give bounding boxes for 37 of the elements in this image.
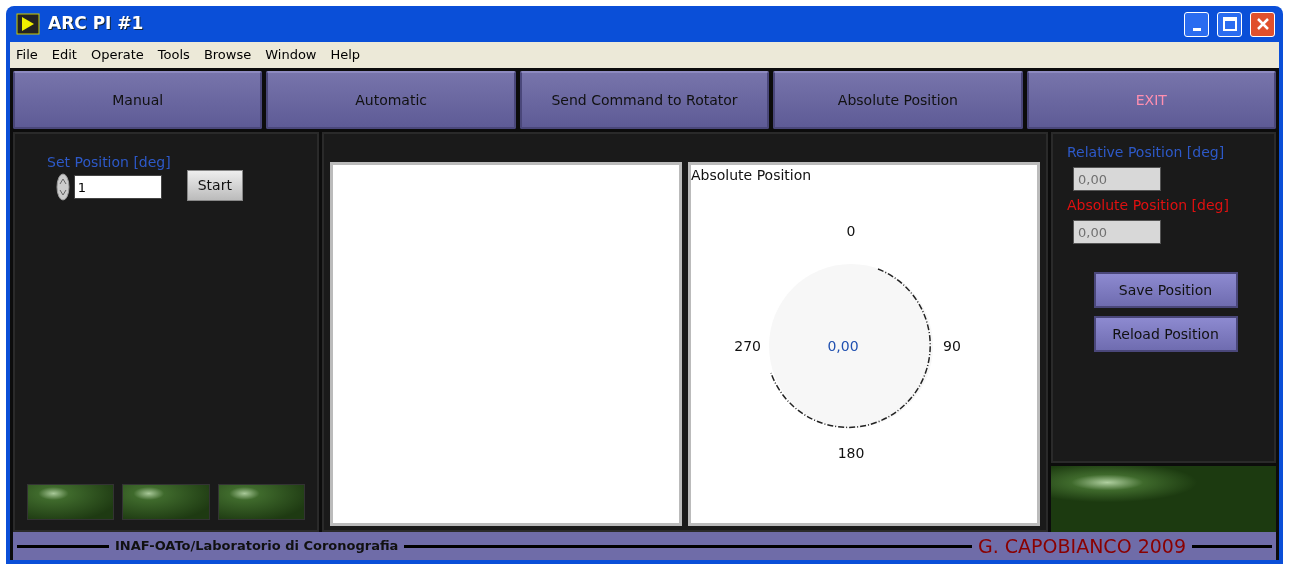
scale-label: 270 (734, 338, 761, 354)
toolbar-button[interactable]: Automatic (266, 71, 516, 129)
toolbar-button[interactable]: Absolute Position (773, 71, 1023, 129)
field-label: Relative Position [deg] (1067, 143, 1225, 162)
menu-item[interactable]: File (16, 45, 38, 65)
app-icon (16, 13, 40, 35)
menu-item[interactable]: Help (330, 45, 361, 65)
dial-reading: 0,00 (827, 338, 859, 354)
menu-item[interactable]: Edit (51, 45, 77, 65)
dial-title: Absolute Position (691, 166, 812, 185)
maximize-icon (1222, 17, 1237, 31)
maximize-button[interactable] (1217, 11, 1242, 37)
menu-item[interactable]: Browse (203, 45, 252, 65)
footer-credit: G. CAPOBIANCO 2009 (978, 533, 1186, 559)
field-label: Set Position [deg] (47, 153, 171, 172)
panel-button[interactable]: Save Position (1093, 272, 1238, 308)
close-button[interactable] (1250, 11, 1275, 37)
spinner-icon[interactable] (55, 173, 70, 201)
menu-item[interactable]: Window (265, 45, 317, 65)
window-title: ARC PI #1 (48, 12, 144, 36)
scale-label: 90 (943, 338, 961, 354)
scale-label: 0 (846, 223, 856, 239)
start-button[interactable]: Start (186, 170, 243, 201)
field-label: Absolute Position [deg] (1067, 196, 1229, 215)
minimize-icon (1192, 27, 1201, 31)
footer-text: INAF-OATo/Laboratorio di Coronografia (115, 537, 399, 556)
panel-button[interactable]: Reload Position (1093, 316, 1238, 352)
relative-position-display: 0,00 (1073, 167, 1161, 191)
menu-item[interactable]: Operate (90, 45, 144, 65)
absolute-position-display: 0,00 (1073, 220, 1161, 244)
toolbar-button[interactable]: Send Command to Rotator (519, 71, 770, 129)
position-input[interactable]: 1 (73, 175, 162, 199)
toolbar-button[interactable]: Manual (13, 71, 263, 129)
scale-label: 180 (837, 445, 865, 461)
minimize-button[interactable] (1184, 11, 1209, 37)
close-icon (1255, 17, 1270, 31)
menu-item[interactable]: Tools (157, 45, 190, 65)
